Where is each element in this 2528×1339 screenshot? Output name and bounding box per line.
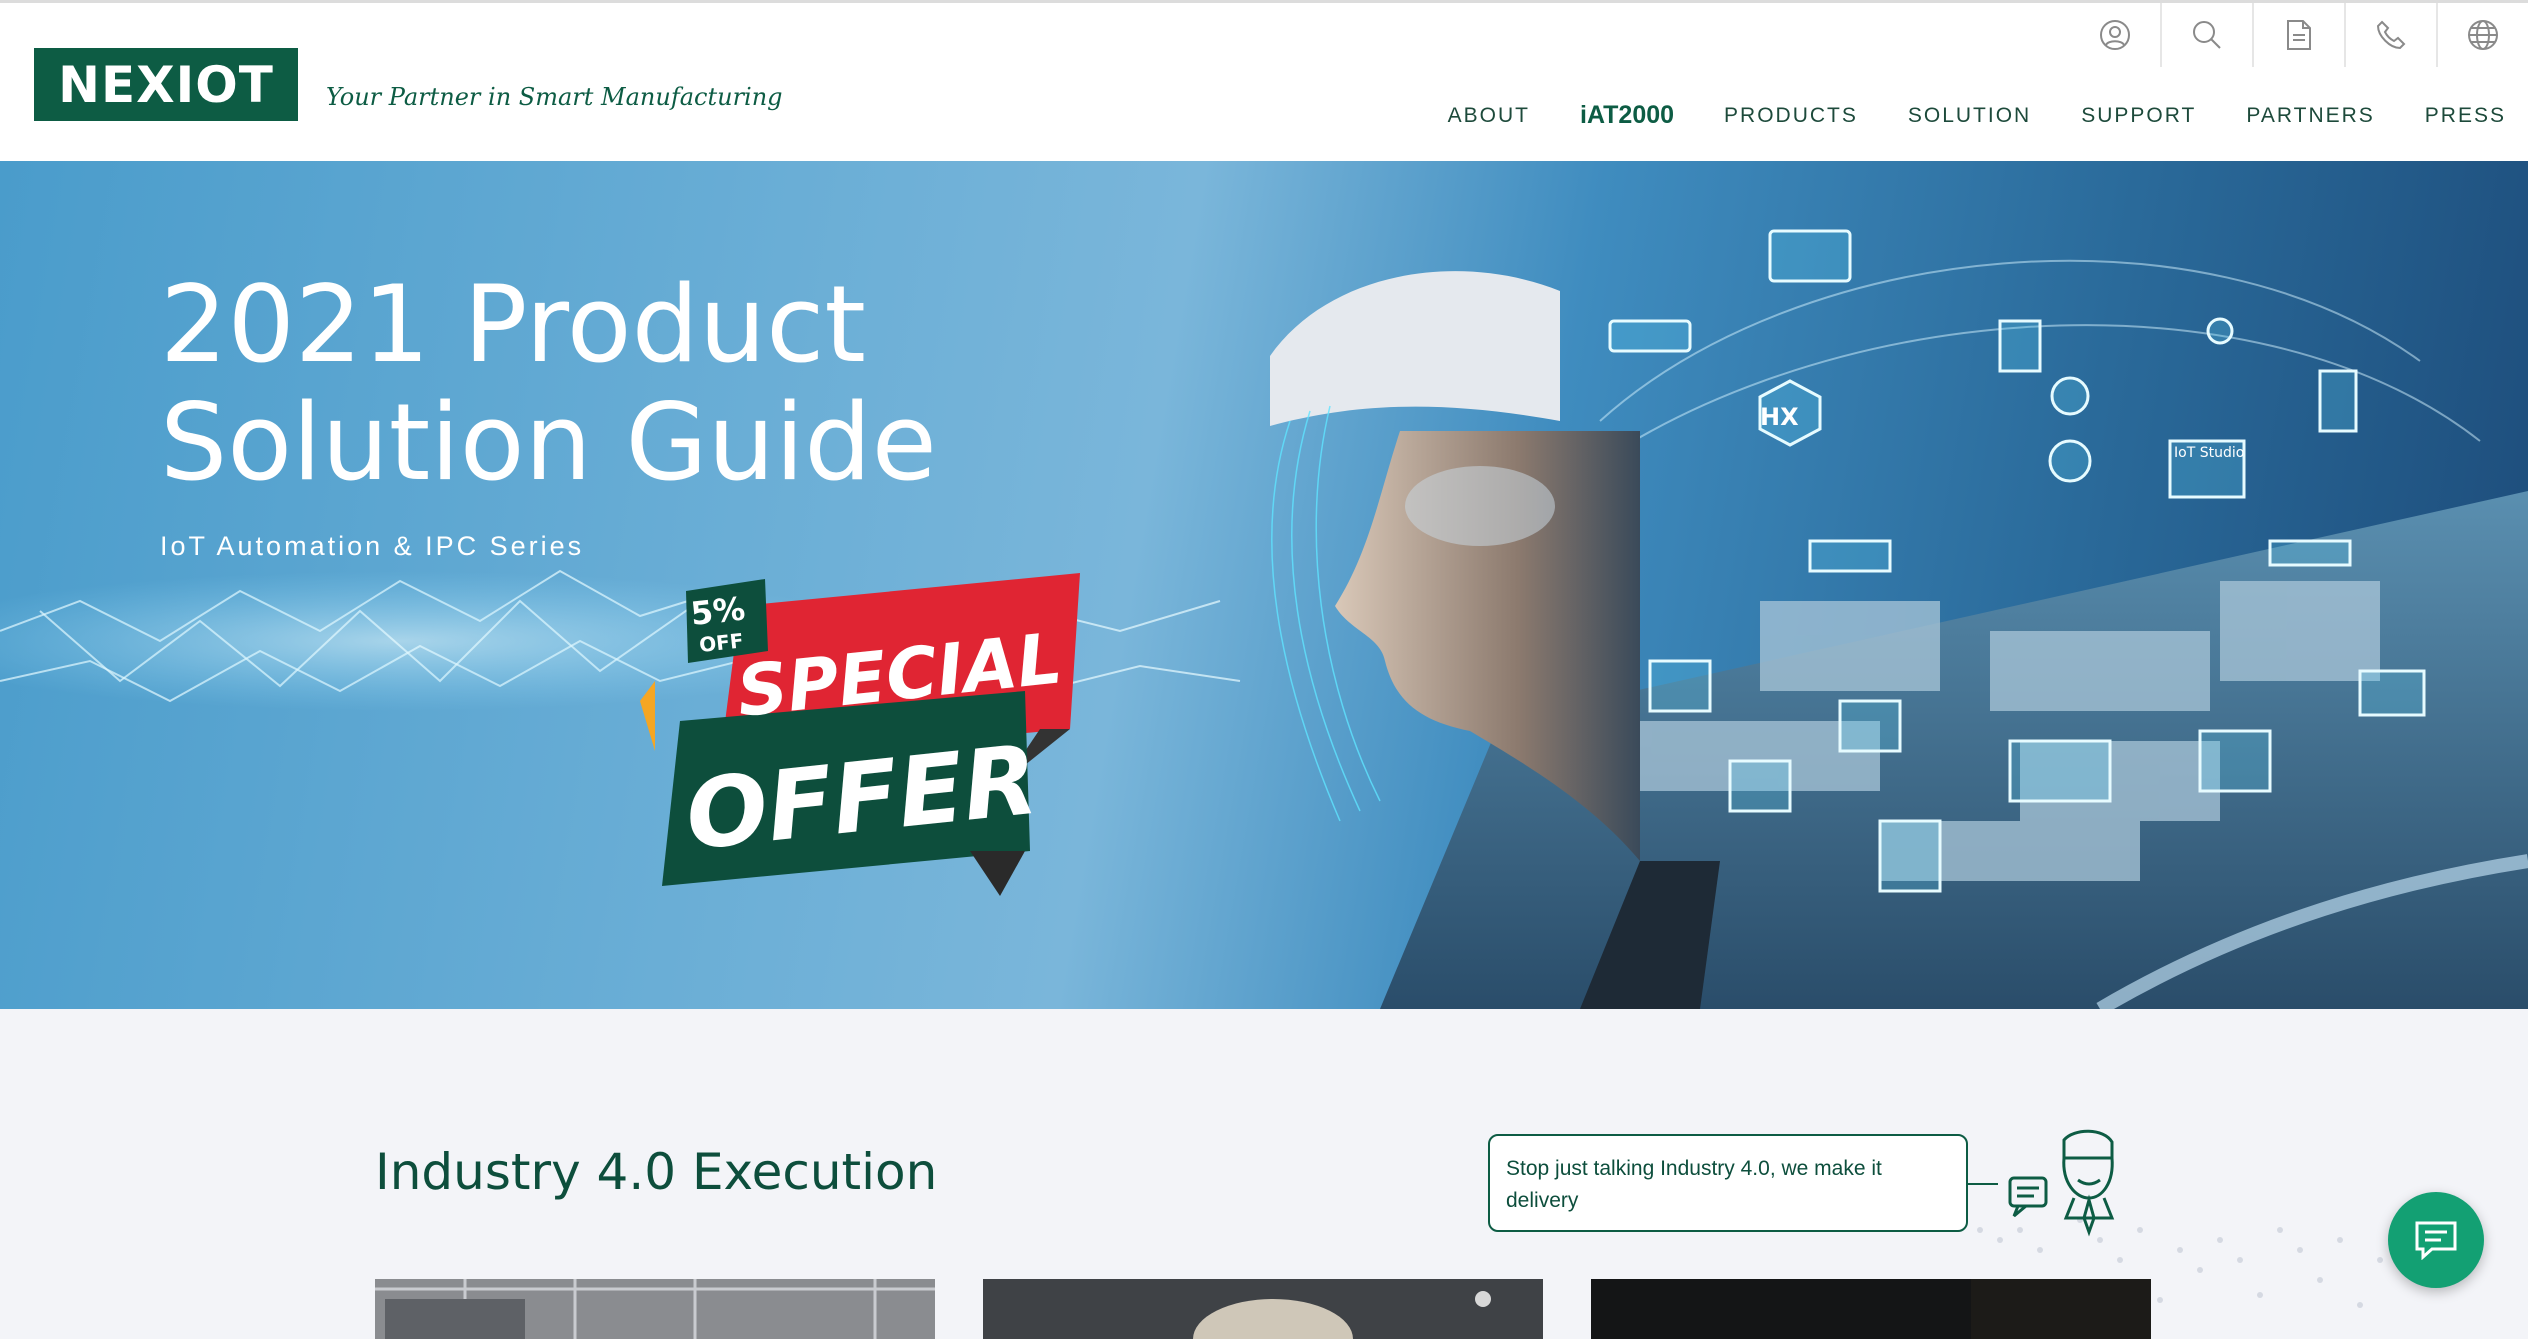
logo-text: NEXIOT: [58, 55, 274, 114]
hero-banner[interactable]: HX IoT Studio 5% OFF SPECIAL OFFER 2021 …: [0, 161, 2528, 1009]
phone-icon[interactable]: [2344, 3, 2436, 67]
nav-iat2000[interactable]: iAT2000: [1580, 101, 1674, 130]
document-icon[interactable]: [2252, 3, 2344, 67]
search-icon[interactable]: [2160, 3, 2252, 67]
main-nav: ABOUT iAT2000 PRODUCTS SOLUTION SUPPORT …: [1448, 101, 2506, 130]
globe-icon[interactable]: [2436, 3, 2528, 67]
mascot-engineer-icon: [2008, 1129, 2115, 1237]
hologram-iot-studio-label: IoT Studio: [2174, 445, 2244, 461]
section-title: Industry 4.0 Execution: [375, 1143, 938, 1201]
nav-products[interactable]: PRODUCTS: [1724, 104, 1858, 128]
nexiot-logo[interactable]: NEXIOT: [34, 48, 298, 121]
hero-title-line2: Solution Guide: [160, 381, 937, 504]
card-factory[interactable]: [375, 1279, 935, 1339]
nav-solution[interactable]: SOLUTION: [1908, 104, 2031, 128]
hero-title: 2021 Product Solution Guide: [160, 266, 937, 502]
badge-percent: 5%: [689, 589, 747, 632]
utility-toolbar: [2070, 3, 2528, 67]
site-header: NEXIOT Your Partner in Smart Manufacturi…: [0, 0, 2528, 161]
card-dark[interactable]: [1591, 1279, 2151, 1339]
user-icon[interactable]: [2070, 3, 2160, 67]
chat-button[interactable]: [2388, 1192, 2484, 1288]
card-engineer[interactable]: [983, 1279, 1543, 1339]
tagline: Your Partner in Smart Manufacturing: [326, 83, 783, 111]
hologram-hx-label: HX: [1760, 403, 1799, 431]
chat-icon: [2415, 1221, 2457, 1260]
hero-title-line1: 2021 Product: [160, 263, 866, 386]
nav-partners[interactable]: PARTNERS: [2246, 104, 2374, 128]
hero-subtitle: IoT Automation & IPC Series: [160, 531, 585, 561]
speech-bubble: Stop just talking Industry 4.0, we make …: [1488, 1134, 1968, 1232]
nav-about[interactable]: ABOUT: [1448, 104, 1530, 128]
nav-support[interactable]: SUPPORT: [2081, 104, 2196, 128]
nav-press[interactable]: PRESS: [2425, 104, 2506, 128]
bubble-connector: [1968, 1183, 1998, 1185]
